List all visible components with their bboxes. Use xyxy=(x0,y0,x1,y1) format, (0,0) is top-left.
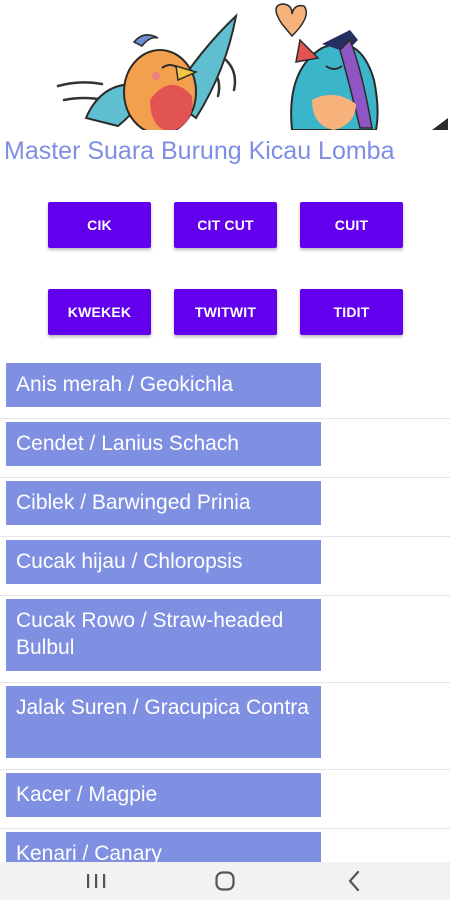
list-item[interactable]: Jalak Suren / Gracupica Contra xyxy=(0,683,450,770)
app-title: Master Suara Burung Kicau Lomba xyxy=(4,137,395,165)
sound-button-cik[interactable]: CIK xyxy=(48,202,151,248)
list-item[interactable]: Anis merah / Geokichla xyxy=(0,360,450,419)
list-item-label[interactable]: Kacer / Magpie xyxy=(6,773,321,817)
birds-banner-illustration xyxy=(56,3,448,130)
home-button[interactable] xyxy=(195,866,255,896)
sound-button-kwekek[interactable]: KWEKEK xyxy=(48,289,151,335)
sound-button-cuit[interactable]: CUIT xyxy=(300,202,403,248)
list-item-label[interactable]: Cucak Rowo / Straw-headed Bulbul xyxy=(6,599,321,671)
list-item[interactable]: Cucak Rowo / Straw-headed Bulbul xyxy=(0,596,450,683)
list-item-label[interactable]: Cucak hijau / Chloropsis xyxy=(6,540,321,584)
home-icon xyxy=(215,871,235,891)
system-navigation-bar xyxy=(0,862,450,900)
list-item[interactable]: Cucak hijau / Chloropsis xyxy=(0,537,450,596)
list-item[interactable]: Kenari / Canary xyxy=(0,829,450,862)
recent-apps-icon xyxy=(87,874,106,888)
list-item-label[interactable]: Ciblek / Barwinged Prinia xyxy=(6,481,321,525)
list-item[interactable]: Cendet / Lanius Schach xyxy=(0,419,450,478)
back-icon xyxy=(348,870,360,892)
header-banner xyxy=(0,0,450,130)
sound-button-tidit[interactable]: TIDIT xyxy=(300,289,403,335)
sound-button-twitwit[interactable]: TWITWIT xyxy=(174,289,277,335)
list-item-label[interactable]: Cendet / Lanius Schach xyxy=(6,422,321,466)
recent-apps-button[interactable] xyxy=(66,866,126,896)
sound-button-cit-cut[interactable]: CIT CUT xyxy=(174,202,277,248)
list-item-label[interactable]: Anis merah / Geokichla xyxy=(6,363,321,407)
list-item-label[interactable]: Kenari / Canary xyxy=(6,832,321,862)
list-item[interactable]: Ciblek / Barwinged Prinia xyxy=(0,478,450,537)
list-item-label[interactable]: Jalak Suren / Gracupica Contra xyxy=(6,686,321,758)
list-item[interactable]: Kacer / Magpie xyxy=(0,770,450,829)
back-button[interactable] xyxy=(325,866,385,896)
bird-list: Anis merah / Geokichla Cendet / Lanius S… xyxy=(0,360,450,862)
